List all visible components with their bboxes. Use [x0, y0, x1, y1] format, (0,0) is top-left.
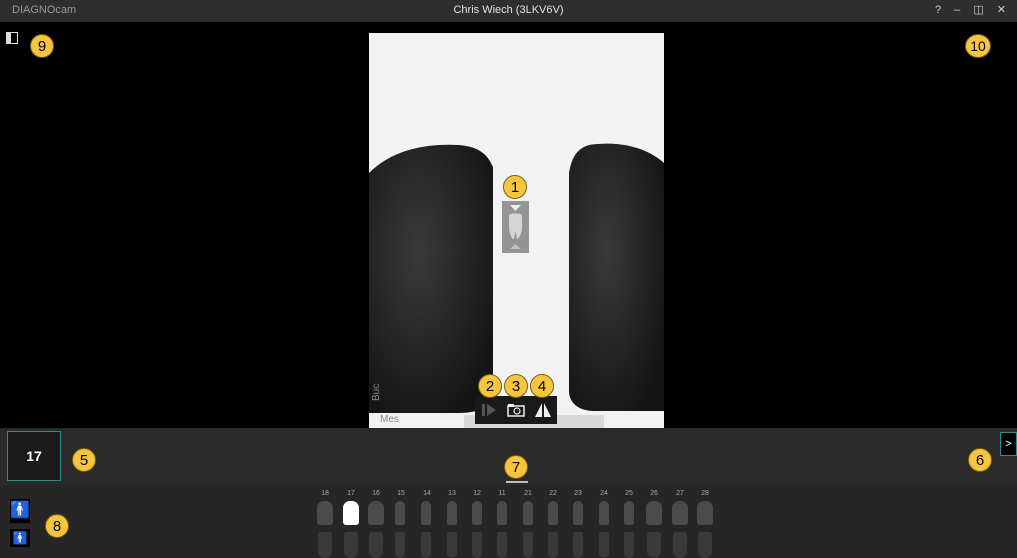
callout-10: 10	[965, 34, 991, 58]
expand-panel-button[interactable]: >	[1000, 432, 1017, 456]
lower-tooth[interactable]	[344, 532, 358, 558]
lower-tooth[interactable]	[472, 532, 482, 558]
tooth-number: 14	[423, 490, 431, 497]
child-icon[interactable]: 🚹	[10, 529, 30, 547]
callout-5: 5	[72, 448, 96, 472]
lower-tooth[interactable]	[318, 532, 332, 558]
tooth-number: 12	[473, 490, 481, 497]
lower-tooth[interactable]	[624, 532, 634, 558]
play-next-icon[interactable]	[476, 396, 502, 424]
lower-tooth[interactable]	[497, 532, 507, 558]
callout-1: 1	[503, 175, 527, 199]
image-toolbar	[475, 396, 557, 424]
callout-4: 4	[530, 374, 554, 398]
tooth-16[interactable]	[368, 501, 384, 525]
tooth-12[interactable]	[472, 501, 482, 525]
callout-2: 2	[478, 374, 502, 398]
tooth-11[interactable]	[497, 501, 507, 525]
lower-tooth[interactable]	[548, 532, 558, 558]
tooth-15[interactable]	[395, 501, 405, 525]
lower-tooth[interactable]	[395, 532, 405, 558]
tooth-number: 23	[574, 490, 582, 497]
adult-male-icon[interactable]: 🚹	[10, 499, 30, 523]
lower-tooth[interactable]	[698, 532, 712, 558]
tooth-overlay-control[interactable]	[502, 201, 529, 253]
surface-label-buc: Buc	[371, 383, 382, 401]
tooth-number: 13	[448, 490, 456, 497]
tooth-number: 11	[498, 490, 506, 497]
lower-tooth[interactable]	[673, 532, 687, 558]
tooth-number: 22	[549, 490, 557, 497]
tooth-22[interactable]	[548, 501, 558, 525]
sidebar-toggle-icon[interactable]	[6, 32, 18, 44]
tooth-23[interactable]	[573, 501, 583, 525]
lower-tooth[interactable]	[573, 532, 583, 558]
tooth-28[interactable]	[697, 501, 713, 525]
tooth-number: 24	[600, 490, 608, 497]
tooth-number: 25	[625, 490, 633, 497]
lower-tooth[interactable]	[369, 532, 383, 558]
callout-6: 6	[968, 448, 992, 472]
lower-tooth[interactable]	[421, 532, 431, 558]
camera-folder-icon[interactable]	[503, 396, 529, 424]
patient-title: Chris Wiech (3LKV6V)	[453, 4, 564, 16]
tooth-number: 26	[650, 490, 658, 497]
callout-3: 3	[504, 374, 528, 398]
callout-9: 9	[30, 34, 54, 58]
selected-tooth-number[interactable]: 17	[7, 431, 61, 481]
tooth-14[interactable]	[421, 501, 431, 525]
tooth-number: 17	[347, 490, 355, 497]
tooth-number: 15	[397, 490, 405, 497]
tooth-icon	[509, 213, 522, 239]
tooth-26[interactable]	[646, 501, 662, 525]
tooth-13[interactable]	[447, 501, 457, 525]
tooth-number: 18	[321, 490, 329, 497]
callout-7: 7	[504, 455, 528, 479]
tooth-number: 21	[524, 490, 532, 497]
lower-tooth[interactable]	[523, 532, 533, 558]
mirror-icon[interactable]	[530, 396, 556, 424]
tooth-number: 16	[372, 490, 380, 497]
lower-tooth[interactable]	[599, 532, 609, 558]
image-viewer: Buc Mes	[0, 22, 1017, 428]
window-controls[interactable]: ? – ◫ ✕	[935, 3, 1011, 16]
dental-chart: 🚹 🚹 18 17 16 15 14 13 12 11 21 22 23 24 …	[0, 485, 1017, 558]
tooth-17[interactable]	[343, 501, 359, 525]
title-bar: DIAGNOcam Chris Wiech (3LKV6V) ? – ◫ ✕	[0, 0, 1017, 22]
tooth-number: 28	[701, 490, 709, 497]
lower-tooth[interactable]	[647, 532, 661, 558]
callout-8: 8	[45, 514, 69, 538]
tooth-21[interactable]	[523, 501, 533, 525]
tooth-27[interactable]	[672, 501, 688, 525]
chevron-down-icon	[510, 244, 521, 249]
tooth-25[interactable]	[624, 501, 634, 525]
tooth-24[interactable]	[599, 501, 609, 525]
panel-resize-handle[interactable]	[506, 481, 528, 483]
chevron-up-icon	[510, 205, 521, 211]
tooth-number: 27	[676, 490, 684, 497]
tooth-18[interactable]	[317, 501, 333, 525]
surface-label-mes: Mes	[380, 414, 399, 425]
lower-tooth[interactable]	[447, 532, 457, 558]
